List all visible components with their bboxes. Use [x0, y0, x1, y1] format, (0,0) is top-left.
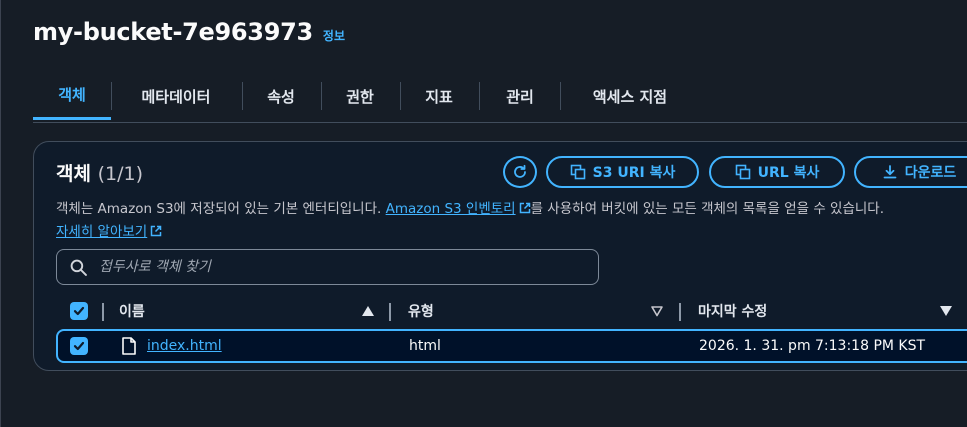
row-type-cell: html: [409, 338, 441, 354]
search-icon: [70, 259, 87, 276]
objects-panel: 객체 (1/1) S3 URI 복사 URL 복사 다운로드 객체는 Amazo…: [33, 141, 967, 371]
column-header-type[interactable]: 유형: [408, 295, 434, 327]
copy-url-label: URL 복사: [757, 165, 820, 181]
sort-descending-icon[interactable]: [939, 305, 953, 317]
tab-divider: [321, 82, 322, 110]
objects-count: (1/1): [97, 163, 143, 185]
left-border: [0, 0, 1, 427]
tab-divider: [560, 82, 561, 110]
description-text-after: 를 사용하여 버킷에 있는 모든 객체의 목록을 얻을 수 있습니다.: [530, 201, 885, 217]
bucket-tabs: 객체 메타데이터 속성 권한 지표 관리 액세스 지점: [33, 72, 967, 123]
s3-inventory-label: Amazon S3 인벤토리: [385, 201, 516, 217]
row-checkbox-cell: [70, 331, 88, 361]
tab-divider: [242, 82, 243, 110]
column-divider: [389, 303, 391, 321]
checkbox-checked[interactable]: [70, 302, 88, 320]
row-last-modified-cell: 2026. 1. 31. pm 7:13:18 PM KST: [699, 338, 926, 354]
objects-heading: 객체 (1/1): [56, 159, 143, 186]
object-search-input[interactable]: [97, 258, 598, 276]
objects-table-header: 이름 유형 마지막 수정: [56, 295, 967, 327]
sort-unsorted-icon[interactable]: [650, 305, 664, 317]
download-button[interactable]: 다운로드: [854, 156, 967, 188]
download-label: 다운로드: [904, 165, 957, 181]
info-link[interactable]: 정보: [323, 27, 345, 44]
tab-divider: [111, 82, 112, 110]
learn-more-link[interactable]: 자세히 알아보기: [56, 220, 162, 240]
column-divider: [679, 303, 681, 321]
column-header-last-modified[interactable]: 마지막 수정: [698, 295, 767, 327]
tab-properties[interactable]: 속성: [252, 72, 310, 120]
tab-metrics[interactable]: 지표: [410, 72, 468, 120]
row-checkbox[interactable]: [70, 337, 88, 355]
refresh-button[interactable]: [503, 156, 537, 188]
learn-more-label: 자세히 알아보기: [56, 224, 148, 240]
copy-url-button[interactable]: URL 복사: [709, 156, 845, 188]
copy-icon: [735, 164, 750, 180]
select-all-checkbox[interactable]: [70, 295, 88, 327]
sort-ascending-icon[interactable]: [361, 305, 375, 317]
page-header: my-bucket-7e963973 정보: [33, 18, 345, 46]
tab-divider: [400, 82, 401, 110]
column-divider: [102, 303, 104, 321]
column-header-name[interactable]: 이름: [119, 295, 145, 327]
refresh-icon: [514, 164, 526, 178]
checkmark-icon: [73, 306, 85, 316]
copy-s3-uri-label: S3 URI 복사: [592, 165, 676, 181]
s3-inventory-link[interactable]: Amazon S3 인벤토리: [386, 201, 531, 217]
tab-access-points[interactable]: 액세스 지점: [570, 72, 690, 120]
copy-s3-uri-button[interactable]: S3 URI 복사: [546, 156, 699, 188]
file-icon: [122, 337, 136, 355]
external-link-icon: [519, 202, 530, 214]
objects-description: 객체는 Amazon S3에 저장되어 있는 기본 엔터티입니다. Amazon…: [56, 197, 967, 217]
objects-title: 객체: [56, 163, 91, 185]
tab-divider: [479, 82, 480, 110]
description-text-before: 객체는 Amazon S3에 저장되어 있는 기본 엔터티입니다.: [56, 201, 386, 217]
table-row[interactable]: index.html html 2026. 1. 31. pm 7:13:18 …: [56, 329, 967, 363]
object-name-link[interactable]: index.html: [147, 338, 222, 354]
copy-icon: [570, 164, 585, 180]
external-link-icon: [150, 225, 162, 237]
row-name-cell: index.html: [121, 331, 222, 361]
tab-metadata[interactable]: 메타데이터: [121, 72, 231, 120]
download-icon: [883, 165, 897, 179]
tab-management[interactable]: 관리: [489, 72, 551, 120]
search-box: [56, 249, 599, 285]
tab-objects[interactable]: 객체: [33, 72, 111, 120]
bucket-name-title: my-bucket-7e963973: [33, 18, 313, 46]
checkmark-icon: [73, 341, 85, 351]
tab-permissions[interactable]: 권한: [331, 72, 389, 120]
